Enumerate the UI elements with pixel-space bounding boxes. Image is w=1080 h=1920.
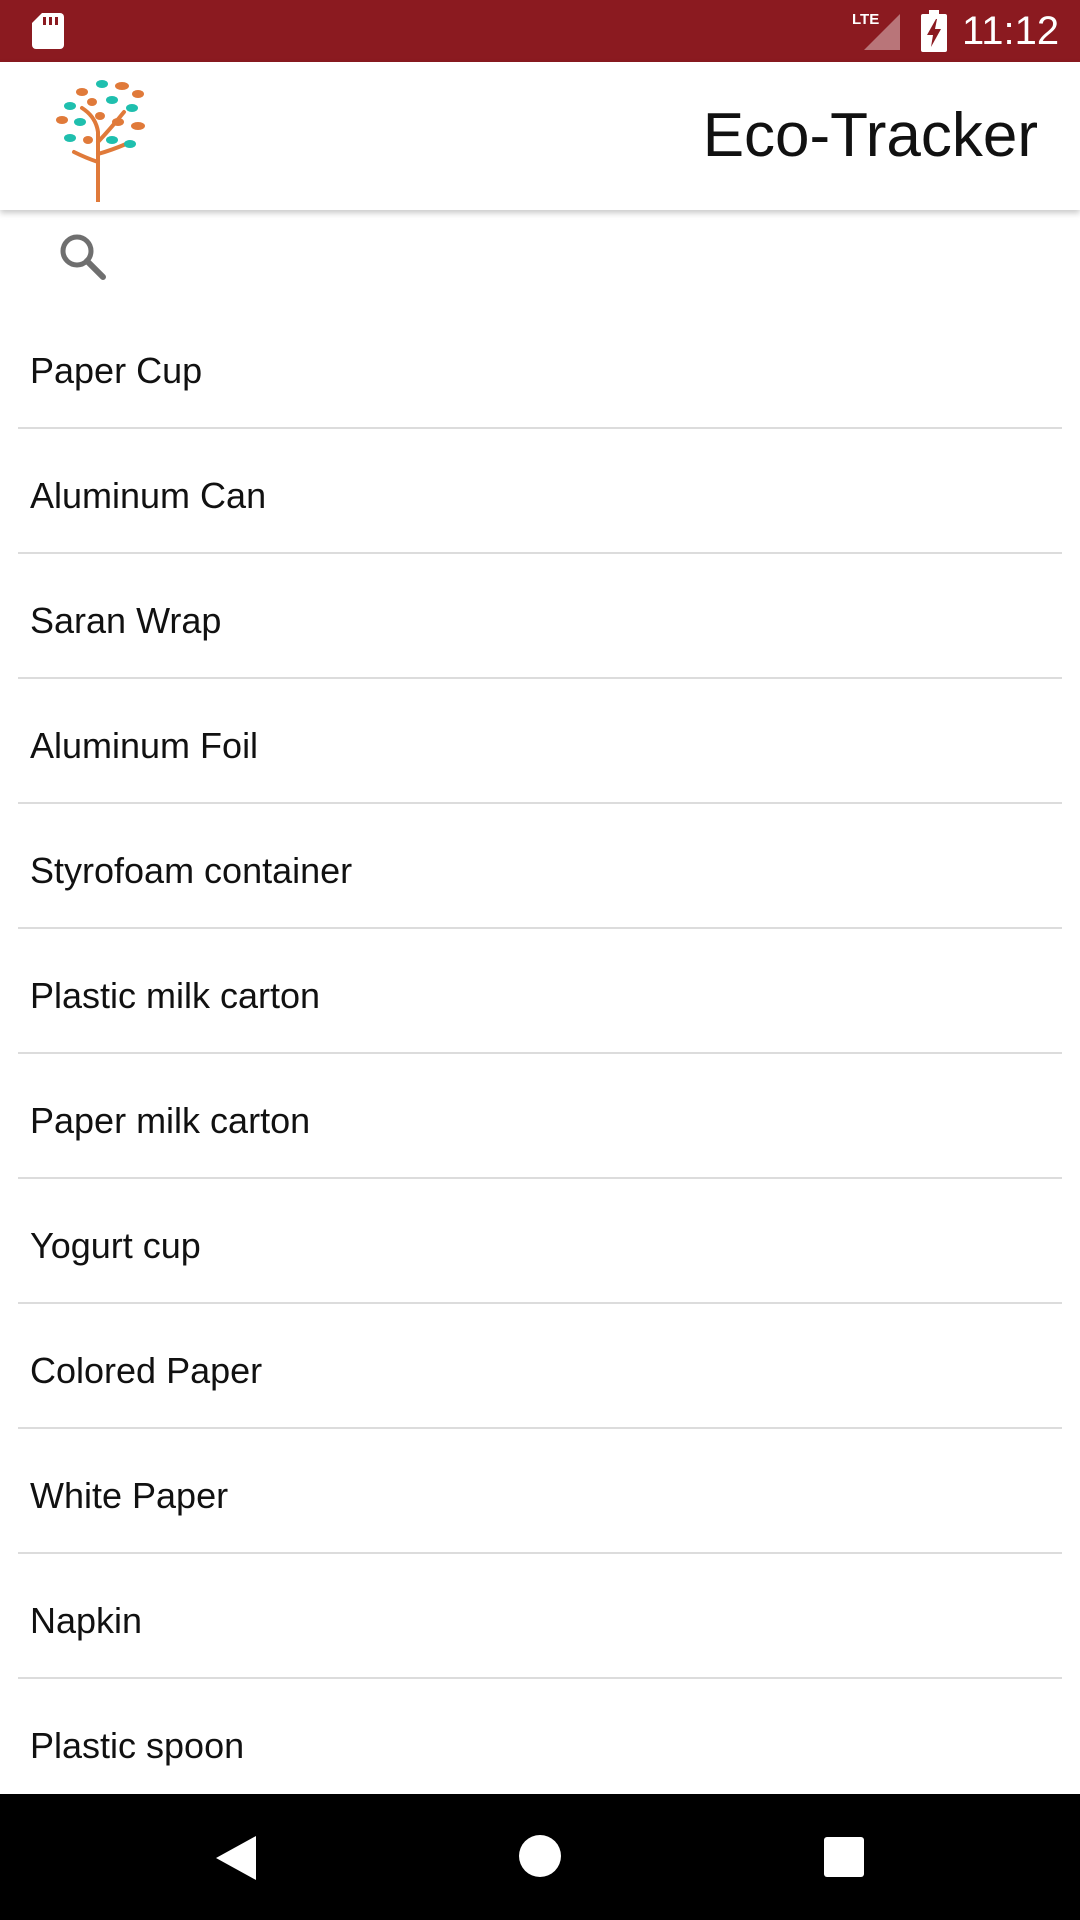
tree-logo-icon <box>56 80 145 202</box>
lte-signal-icon: LTE <box>852 11 900 50</box>
app-bar: Eco-Tracker <box>0 62 1080 210</box>
list-item[interactable]: Plastic milk carton <box>0 929 1080 1054</box>
home-icon[interactable] <box>518 1834 562 1878</box>
list-item[interactable]: Plastic spoon <box>0 1679 1080 1804</box>
sd-card-icon <box>32 13 64 49</box>
status-bar: LTE 11:12 <box>0 0 1080 62</box>
list-item-label: Saran Wrap <box>30 600 222 641</box>
list-item[interactable]: Colored Paper <box>0 1304 1080 1429</box>
battery-charging-icon <box>921 10 947 52</box>
screen: LTE 11:12 Eco-Tracker Paper Cup Aluminum… <box>0 0 1080 1920</box>
list-item[interactable]: White Paper <box>0 1429 1080 1554</box>
network-type-label: LTE <box>852 11 879 28</box>
search-input[interactable] <box>120 228 1024 288</box>
list-item[interactable]: Paper milk carton <box>0 1054 1080 1179</box>
list-item[interactable]: Napkin <box>0 1554 1080 1679</box>
list-item[interactable]: Aluminum Foil <box>0 679 1080 804</box>
list-item-label: Napkin <box>30 1600 143 1641</box>
navigation-bar <box>0 1794 1080 1920</box>
list-item-label: Aluminum Can <box>30 475 267 516</box>
list-item-label: Paper Cup <box>30 350 203 391</box>
list-item-label: Colored Paper <box>30 1350 263 1391</box>
list-item-label: Aluminum Foil <box>30 725 259 766</box>
list-item[interactable]: Yogurt cup <box>0 1179 1080 1304</box>
list-item[interactable]: Saran Wrap <box>0 554 1080 679</box>
list-item[interactable]: Styrofoam container <box>0 804 1080 929</box>
back-icon[interactable] <box>214 1834 258 1882</box>
list-item-label: Styrofoam container <box>30 850 353 891</box>
app-title: Eco-Tracker <box>702 101 1038 170</box>
item-list: Paper Cup Aluminum Can Saran Wrap Alumin… <box>0 304 1080 1804</box>
recent-apps-icon[interactable] <box>823 1836 865 1878</box>
list-item-label: Paper milk carton <box>30 1100 311 1141</box>
list-item-label: Yogurt cup <box>30 1225 201 1266</box>
search-icon[interactable] <box>56 230 110 284</box>
list-item-label: Plastic spoon <box>30 1725 245 1766</box>
list-item-label: Plastic milk carton <box>30 975 321 1016</box>
search-bar[interactable] <box>0 210 1080 304</box>
list-item[interactable]: Paper Cup <box>0 304 1080 429</box>
status-time: 11:12 <box>962 9 1060 53</box>
list-item-label: White Paper <box>30 1475 229 1516</box>
list-item[interactable]: Aluminum Can <box>0 429 1080 554</box>
